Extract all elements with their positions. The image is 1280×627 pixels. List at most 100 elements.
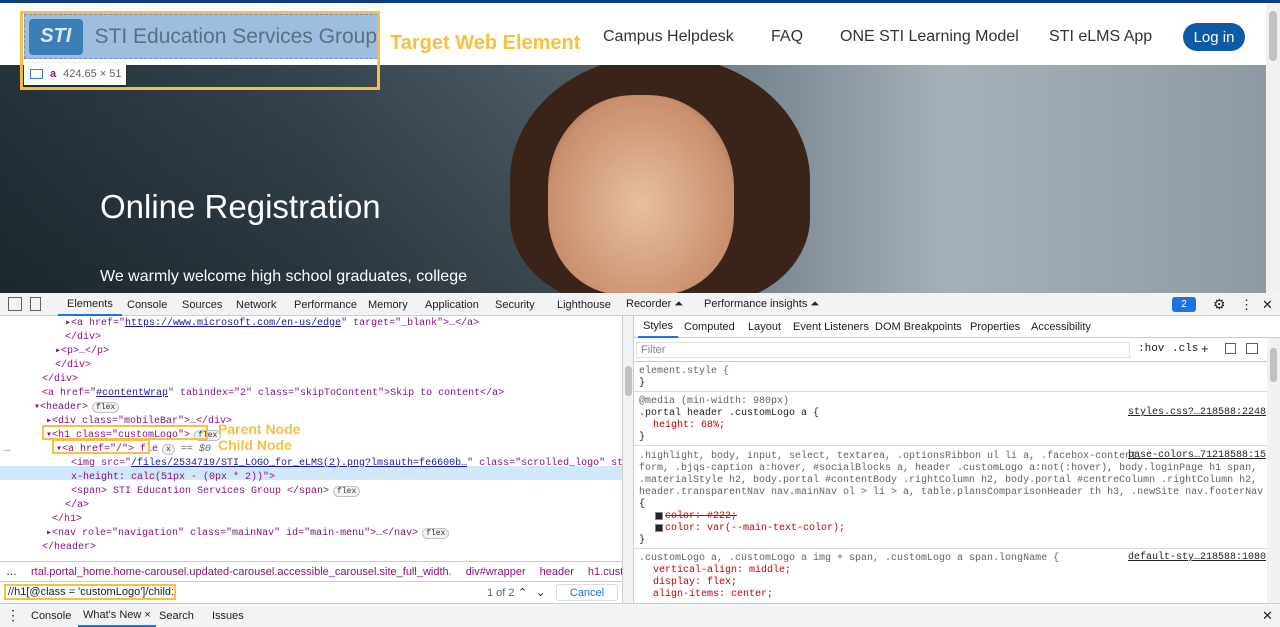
new-rule-icon[interactable]: +: [1201, 341, 1209, 356]
rule-divider: [634, 391, 1280, 392]
close-devtools-icon[interactable]: ✕: [1262, 293, 1273, 316]
dom-line[interactable]: ▸ <nav role="navigation" class="mainNav"…: [46, 526, 450, 540]
scrollbar-thumb[interactable]: [1269, 11, 1277, 61]
drawer-tab-issues[interactable]: Issues: [212, 604, 244, 627]
drawer-tab-whats-new[interactable]: What's New ×: [78, 604, 156, 627]
login-button[interactable]: Log in: [1183, 23, 1245, 51]
tab-console[interactable]: Console: [127, 293, 167, 316]
breadcrumb-item[interactable]: div#wrapper: [466, 566, 526, 578]
chevron-up-icon[interactable]: ⌃: [518, 586, 527, 599]
dom-line[interactable]: </header>: [42, 540, 96, 554]
dom-line[interactable]: ▸ <a href=" https://www.microsoft.com/en-…: [65, 316, 479, 330]
tab-application[interactable]: Application: [425, 293, 479, 316]
tab-memory[interactable]: Memory: [368, 293, 408, 316]
dom-line[interactable]: <a href=" #contentWrap " tabindex="2" clas…: [42, 386, 504, 400]
drawer-tab-console[interactable]: Console: [31, 604, 71, 627]
style-line: .materialStyle h2, body.portal #contentB…: [639, 474, 1258, 486]
drawer-tab-search[interactable]: Search: [159, 604, 194, 627]
tab-layout[interactable]: Layout: [748, 316, 781, 338]
dom-line[interactable]: </h1>: [52, 512, 82, 526]
flex-badge[interactable]: flex: [333, 485, 361, 497]
tab-elements[interactable]: Elements: [58, 293, 122, 316]
drawer-menu-icon[interactable]: ⋮: [6, 604, 20, 627]
dom-line[interactable]: <img src="/files/2534719/STI_LOGO_for_eL…: [71, 456, 622, 470]
tab-performance-insights[interactable]: Performance insights ⏶: [704, 293, 819, 316]
paint-icon[interactable]: [1225, 343, 1236, 354]
style-source-link[interactable]: default-sty…218588:1080: [1128, 552, 1266, 563]
pane-scrollbar-thumb[interactable]: [625, 366, 632, 396]
more-options-icon[interactable]: ⋮: [1240, 293, 1253, 316]
flex-badge[interactable]: flex: [92, 401, 120, 413]
style-line: .customLogo a, .customLogo a img + span,…: [639, 552, 1060, 564]
xpath-search-input[interactable]: //h1[@class = 'customLogo']/child::a: [4, 584, 176, 600]
color-swatch-icon[interactable]: [655, 512, 663, 520]
style-line: }: [639, 431, 646, 443]
breadcrumb-item[interactable]: rtal.portal_home.home-carousel.updated-c…: [31, 566, 452, 578]
styles-tabbar: Styles Computed Layout Event Listeners D…: [634, 316, 1280, 338]
dom-line[interactable]: ▾ <header> flex: [34, 400, 120, 414]
inspect-element-icon[interactable]: [8, 297, 22, 311]
flex-badge-collapsed[interactable]: x: [162, 443, 175, 455]
tab-computed[interactable]: Computed: [684, 316, 735, 338]
pane-scrollbar[interactable]: [622, 316, 634, 603]
nav-one-sti-learning-model[interactable]: ONE STI Learning Model: [840, 28, 1019, 46]
dom-line[interactable]: </a>: [65, 498, 89, 512]
hov-toggle[interactable]: :hov: [1138, 343, 1164, 355]
tooltip-dimensions: 424.65 × 51: [63, 68, 122, 80]
dom-line[interactable]: </div>: [55, 358, 91, 372]
close-drawer-icon[interactable]: ✕: [1262, 604, 1273, 627]
tab-recorder[interactable]: Recorder ⏶: [626, 293, 683, 316]
page-scrollbar[interactable]: [1266, 3, 1280, 293]
chevron-down-icon[interactable]: ⌄: [536, 586, 545, 599]
breadcrumb-item[interactable]: header: [540, 566, 574, 578]
tab-accessibility[interactable]: Accessibility: [1031, 316, 1091, 338]
devtools-tabbar: Elements Console Sources Network Perform…: [0, 293, 1280, 316]
tab-security[interactable]: Security: [495, 293, 535, 316]
parent-node-label: Parent Node: [218, 421, 301, 437]
styles-scrollbar[interactable]: [1267, 338, 1280, 603]
style-line: }: [639, 377, 646, 389]
color-swatch-icon[interactable]: [655, 524, 663, 532]
issues-badge[interactable]: 2: [1172, 297, 1196, 312]
dom-line[interactable]: </div>: [42, 372, 78, 386]
style-line: vertical-align: middle;: [653, 564, 792, 576]
tab-network[interactable]: Network: [236, 293, 276, 316]
dom-line[interactable]: </div>: [65, 330, 101, 344]
tab-properties[interactable]: Properties: [970, 316, 1020, 338]
dom-line[interactable]: x-height: calc(51px - (0px * 2))">: [71, 470, 275, 484]
tab-event-listeners[interactable]: Event Listeners: [793, 316, 869, 338]
style-line: @media (min-width: 980px): [639, 395, 790, 407]
dom-line[interactable]: ▸ <p>…</p>: [55, 344, 109, 358]
cls-toggle[interactable]: .cls: [1172, 343, 1198, 355]
device-toolbar-icon[interactable]: [30, 297, 41, 311]
styles-filter-input[interactable]: Filter: [636, 342, 1130, 358]
tab-sources[interactable]: Sources: [182, 293, 222, 316]
nav-sti-elms-app[interactable]: STI eLMS App: [1049, 28, 1152, 46]
breadcrumb-item[interactable]: …: [6, 566, 17, 578]
nav-faq[interactable]: FAQ: [771, 28, 803, 46]
style-line: header.transparentNav nav.mainNav ol > l…: [639, 486, 1280, 498]
row-ellipsis[interactable]: …: [4, 442, 10, 456]
hero-subtitle: We warmly welcome high school graduates,…: [100, 268, 467, 285]
tab-dom-breakpoints[interactable]: DOM Breakpoints: [875, 316, 962, 338]
style-line: form, .bjqs-caption a:hover, #socialBloc…: [639, 462, 1258, 474]
styles-scrollbar-thumb[interactable]: [1270, 348, 1277, 382]
rule-divider: [634, 445, 1280, 446]
website-viewport: STI STI Education Services Group Campus …: [0, 0, 1280, 293]
tab-performance[interactable]: Performance: [294, 293, 357, 316]
cancel-search-button[interactable]: Cancel: [556, 584, 618, 601]
style-line-overridden: color: #222;: [653, 510, 737, 522]
nav-campus-helpdesk[interactable]: Campus Helpdesk: [603, 28, 734, 46]
sidebar-toggle-icon[interactable]: [1246, 343, 1258, 354]
dom-line[interactable]: <span> STI Education Services Group </sp…: [71, 484, 361, 498]
settings-gear-icon[interactable]: ⚙: [1213, 293, 1226, 316]
breadcrumb-item[interactable]: h1.customLogo: [588, 566, 622, 578]
hero-title: Online Registration: [100, 188, 381, 225]
tab-styles[interactable]: Styles: [638, 316, 678, 338]
style-source-link[interactable]: styles.css?…218588:2248: [1128, 407, 1266, 418]
tab-lighthouse[interactable]: Lighthouse: [557, 293, 611, 316]
devtools-drawer: ⋮ Console What's New × Search Issues ✕: [0, 603, 1280, 627]
style-line: display: flex;: [653, 576, 738, 588]
style-source-link[interactable]: base-colors…71218588:15: [1128, 450, 1266, 461]
flex-badge[interactable]: flex: [422, 527, 450, 539]
